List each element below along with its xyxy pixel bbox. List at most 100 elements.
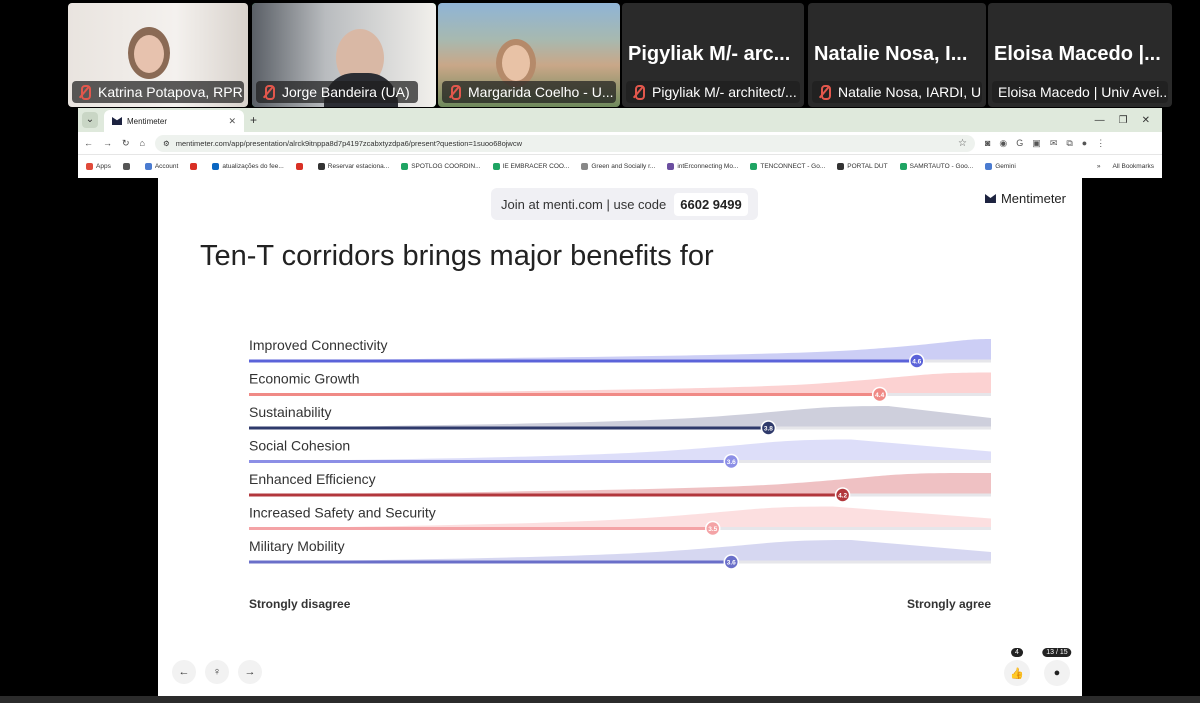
more-bookmarks-button[interactable]: » [1097, 163, 1101, 170]
next-slide-button[interactable]: → [238, 660, 262, 684]
bookmark-label: Account [154, 163, 179, 170]
close-window-icon[interactable]: ✕ [1142, 115, 1150, 126]
extensions-area: ◙ ◉ G ▣ ✉ ⧉ ● ⋮ [985, 138, 1105, 149]
average-value-label: 4.2 [838, 493, 847, 500]
scale-max-label: Strongly agree [906, 597, 991, 611]
participant-name: Pigyliak M/- architect/... [652, 84, 797, 100]
bookmark-favicon-icon [212, 163, 220, 170]
bookmark-label: Green and Socially r... [591, 163, 656, 170]
scale-row: Social Cohesion 3.6 [249, 438, 991, 470]
bookmark-item[interactable]: PORTAL DUT [837, 163, 888, 170]
address-bar[interactable]: ⚙ mentimeter.com/app/presentation/alrck9… [154, 134, 975, 152]
scale-row: Military Mobility 3.6 [249, 538, 991, 570]
home-icon[interactable]: ⌂ [140, 138, 145, 148]
window-controls: — ❐ ✕ [1095, 115, 1162, 126]
bookmark-item[interactable] [190, 163, 200, 170]
statement-label: Enhanced Efficiency [249, 471, 376, 487]
google-extension-icon[interactable]: G [1016, 138, 1023, 149]
mail-extension-icon[interactable]: ✉ [1050, 138, 1058, 149]
site-info-icon[interactable]: ⚙ [163, 139, 170, 148]
bookmark-item[interactable] [122, 163, 133, 170]
bookmark-label: Gemini [995, 163, 1016, 170]
restore-icon[interactable]: ❐ [1119, 115, 1128, 126]
reload-icon[interactable]: ↻ [122, 138, 130, 149]
bookmark-item[interactable] [295, 163, 306, 170]
tab-mentimeter[interactable]: Mentimeter ✕ [104, 110, 244, 132]
participant-name-bar: Katrina Potapova, RPR [72, 81, 244, 103]
slide-counter: 13 / 15 [1042, 648, 1072, 657]
bookmark-item[interactable]: intErconnecting Mo... [667, 163, 738, 170]
join-instructions: Join at menti.com | use code 6602 9499 [491, 188, 758, 220]
statement-label: Increased Safety and Security [249, 505, 436, 521]
bookmark-item[interactable]: IE EMBRACER COO... [492, 163, 569, 170]
extensions-puzzle-icon[interactable]: ⧉ [1066, 138, 1072, 149]
join-text: Join at menti.com | use code [501, 196, 667, 212]
participant-tile[interactable]: Katrina Potapova, RPR [68, 3, 248, 107]
bookmark-item[interactable]: Apps [86, 163, 111, 170]
participants-button[interactable]: 13 / 15 ● [1042, 648, 1072, 686]
scale-row: Improved Connectivity 4.6 [249, 337, 991, 369]
participant-name-bar: Natalie Nosa, IARDI, U... [812, 81, 982, 103]
average-value-label: 4.4 [875, 392, 884, 399]
browser-toolbar: ← → ↻ ⌂ ⚙ mentimeter.com/app/presentatio… [78, 132, 1162, 154]
tab-close-icon[interactable]: ✕ [228, 116, 236, 127]
participant-tile[interactable]: Natalie Nosa, I... Natalie Nosa, IARDI, … [808, 3, 986, 107]
bookmark-item[interactable]: Account [144, 163, 179, 170]
browser-menu-icon[interactable]: ⋮ [1096, 138, 1105, 149]
previous-slide-button[interactable]: ← [172, 660, 196, 684]
bookmark-item[interactable]: Gemini [985, 163, 1016, 170]
bookmark-star-icon[interactable]: ☆ [958, 138, 967, 149]
bookmark-favicon-icon [667, 163, 675, 170]
bookmark-item[interactable]: SPOTLOG COORDIN... [401, 163, 481, 170]
participant-display-name: Natalie Nosa, I... [814, 43, 968, 65]
bookmark-label: intErconnecting Mo... [677, 163, 739, 170]
distribution-area [249, 540, 991, 562]
taskbar [0, 696, 1200, 703]
new-tab-button[interactable]: + [250, 113, 257, 127]
profile-avatar-icon[interactable]: ● [1082, 138, 1087, 149]
bookmark-favicon-icon [86, 163, 93, 170]
bookmark-favicon-icon [317, 163, 325, 170]
bookmark-favicon-icon [295, 163, 303, 170]
minimize-icon[interactable]: — [1095, 115, 1105, 126]
hint-lightbulb-icon[interactable]: ♀ [205, 660, 229, 684]
tab-title: Mentimeter [127, 116, 168, 126]
mic-muted-icon [260, 84, 276, 100]
reactions-button[interactable]: 4 👍 [1004, 648, 1030, 686]
pdf-extension-icon[interactable]: ▣ [1032, 138, 1041, 149]
statement-label: Economic Growth [249, 371, 359, 387]
bookmark-item[interactable]: Reservar estaciona... [317, 163, 389, 170]
bookmark-item[interactable]: SAMRTAUTO - Goo... [899, 163, 973, 170]
distribution-area [249, 439, 991, 462]
bookmark-favicon-icon [122, 163, 130, 170]
participant-tile[interactable]: Pigyliak M/- arc... Pigyliak M/- archite… [622, 3, 804, 107]
participant-name-bar: Pigyliak M/- architect/... [626, 81, 800, 103]
participant-name-bar: Eloisa Macedo | Univ Avei... [992, 81, 1168, 103]
likes-count: 4 [1011, 648, 1023, 657]
join-code: 6602 9499 [674, 192, 748, 216]
participant-display-name: Pigyliak M/- arc... [628, 43, 791, 65]
mentimeter-favicon-icon [112, 117, 122, 125]
participant-name: Katrina Potapova, RPR [98, 84, 243, 100]
participant-tile[interactable]: Margarida Coelho - U... [438, 3, 620, 107]
participant-tile[interactable]: Eloisa Macedo |... Eloisa Macedo | Univ … [988, 3, 1172, 107]
bookmark-item[interactable]: atualizações do fee... [212, 163, 284, 170]
statement-label: Social Cohesion [249, 438, 350, 454]
statement-label: Military Mobility [249, 538, 345, 554]
screenshot-extension-icon[interactable]: ◙ [985, 138, 990, 149]
participant-name-bar: Margarida Coelho - U... [442, 81, 616, 103]
thumbs-up-icon: 👍 [1010, 667, 1024, 680]
bookmark-item[interactable]: Green and Socially r... [581, 163, 655, 170]
mentimeter-logo-icon [984, 194, 996, 203]
participant-tile-active-speaker[interactable]: Jorge Bandeira (UA) [252, 3, 436, 107]
bookmark-item[interactable]: TENCONNECT - Go... [750, 163, 825, 170]
participant-name: Margarida Coelho - U... [468, 84, 614, 100]
tab-search-button[interactable]: ⌄ [82, 112, 98, 128]
all-bookmarks-folder[interactable]: All Bookmarks [1112, 163, 1154, 170]
bookmark-favicon-icon [401, 163, 409, 170]
forward-icon[interactable]: → [103, 138, 112, 148]
bookmark-label: SPOTLOG COORDIN... [411, 163, 481, 170]
translate-extension-icon[interactable]: ◉ [999, 138, 1007, 149]
scale-row: Economic Growth 4.4 [249, 371, 991, 403]
back-icon[interactable]: ← [84, 138, 93, 148]
